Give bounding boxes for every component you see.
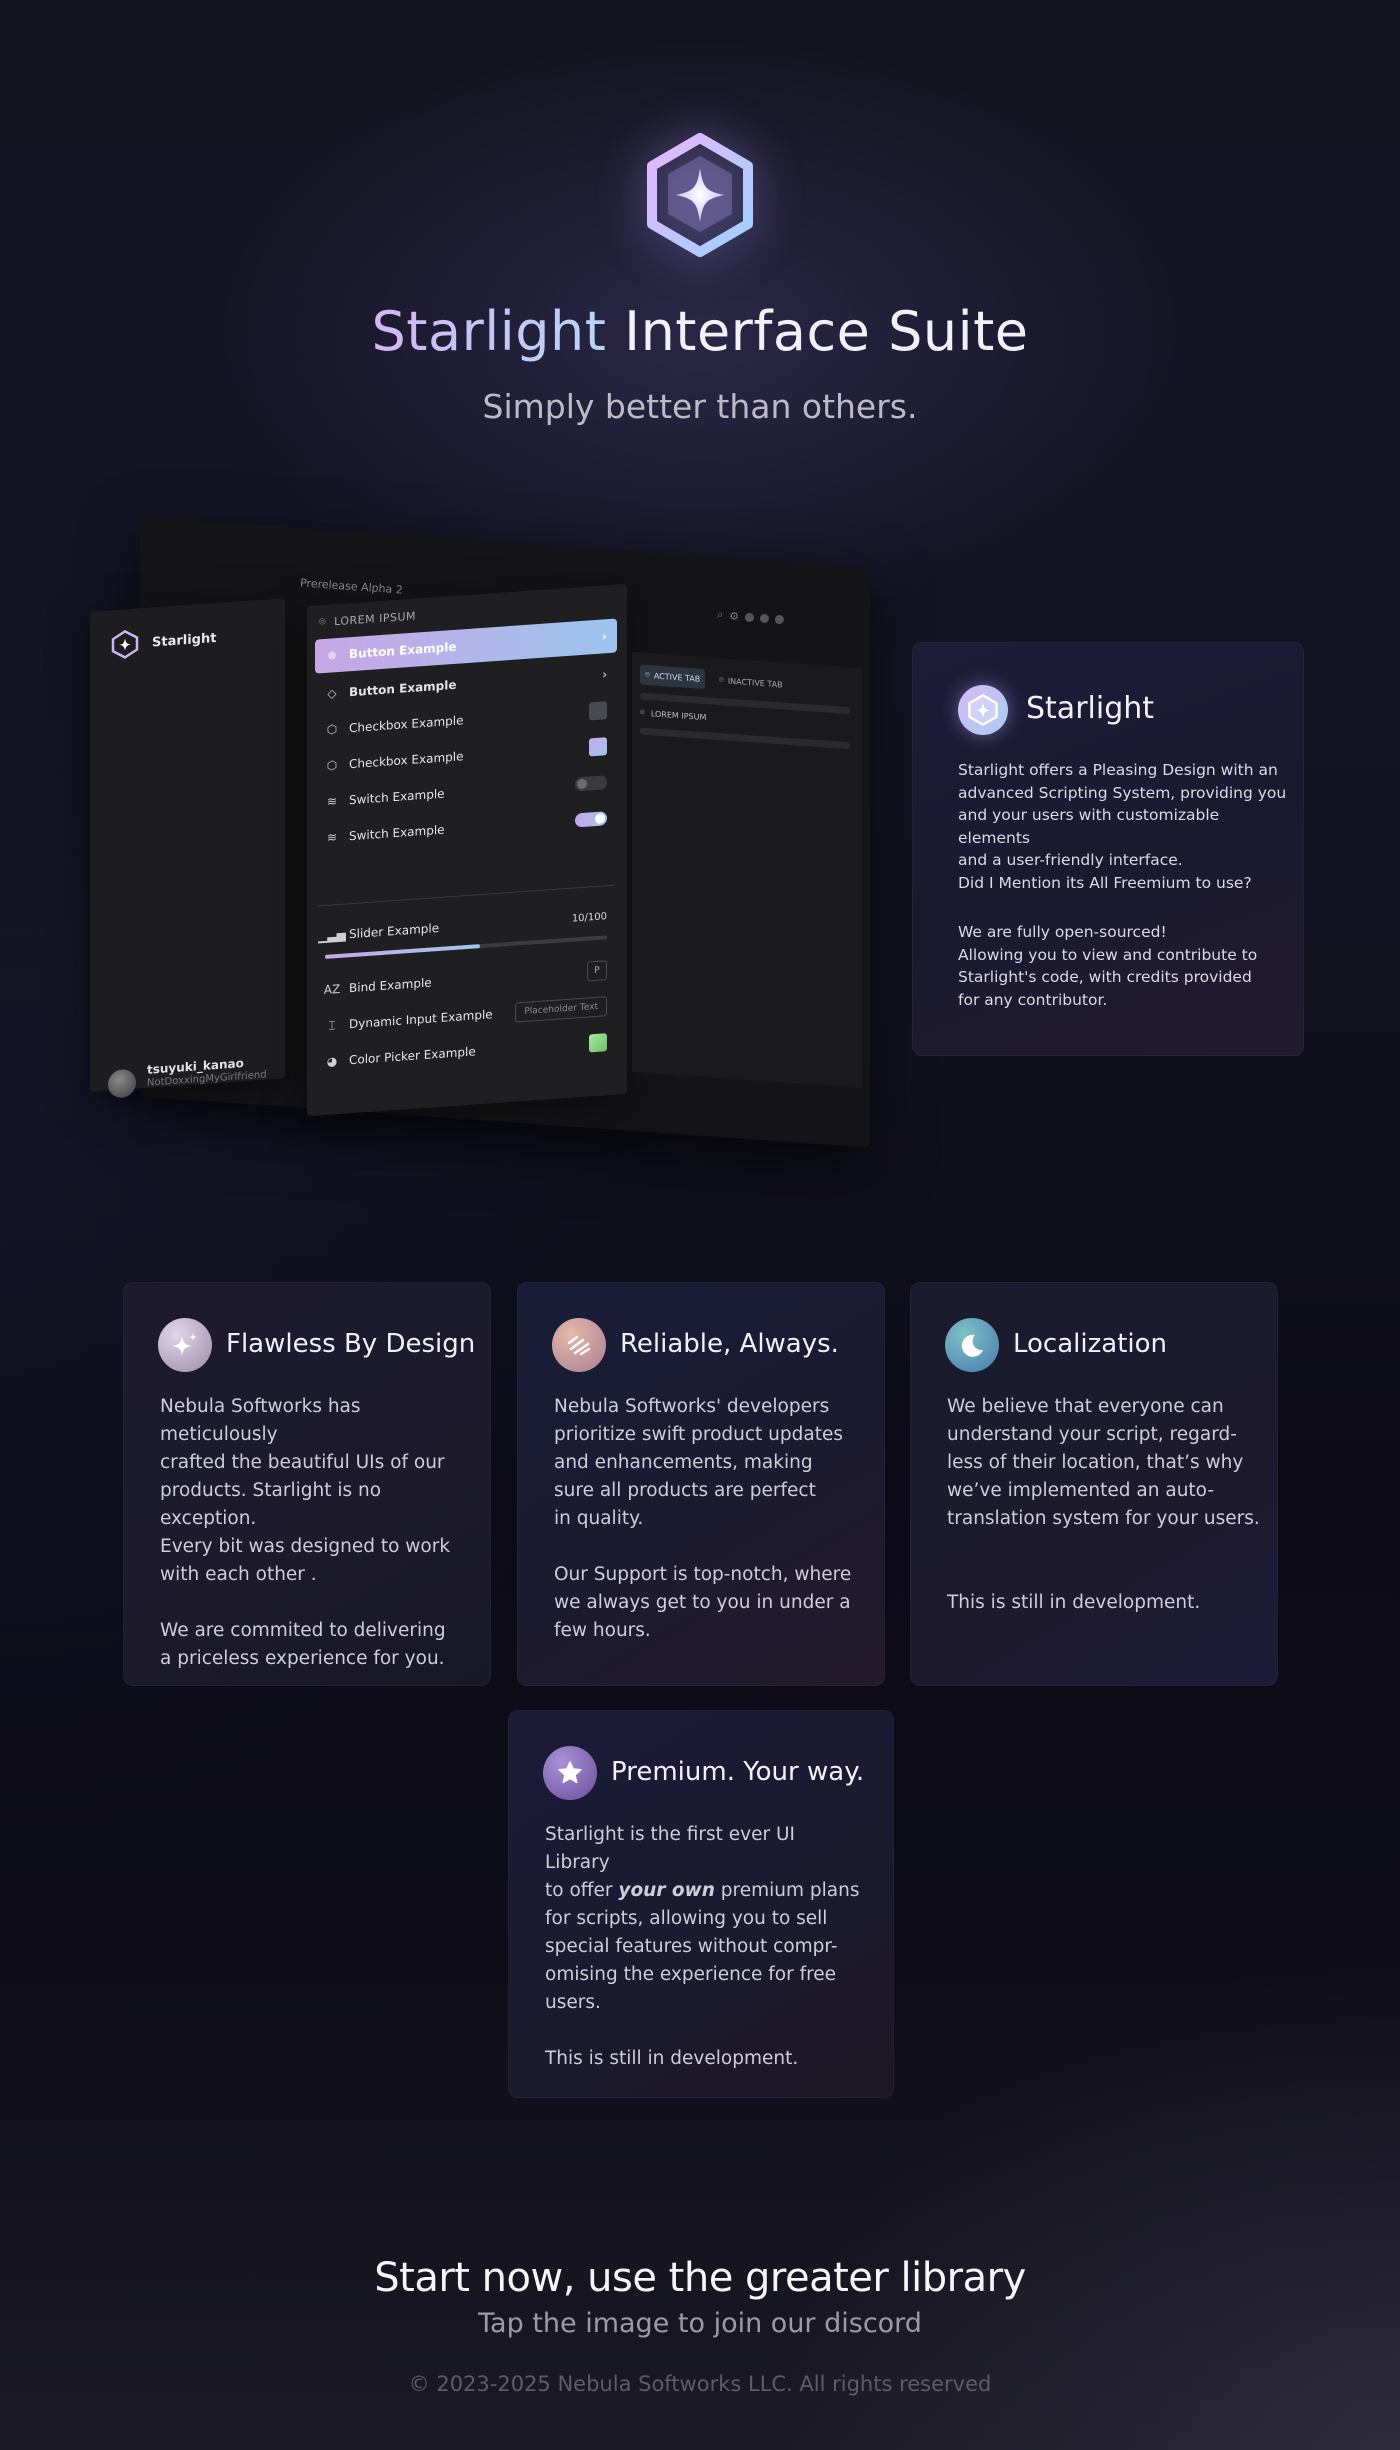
copyright: © 2023-2025 Nebula Softworks LLC. All ri… <box>408 2372 992 2396</box>
feature-body: We believe that everyone can understand … <box>947 1396 1260 1613</box>
stripes-icon: ≋ <box>326 830 338 845</box>
diamond-icon: ◇ <box>327 686 337 701</box>
tab-active[interactable]: ⌾ ACTIVE TAB <box>640 664 706 690</box>
switch-label: Switch Example <box>349 786 445 808</box>
dynamic-input-field[interactable]: Placeholder Text <box>515 996 607 1023</box>
starlight-info-card: Starlight Starlight offers a Pleasing De… <box>912 642 1304 1056</box>
cube-icon: ⬡ <box>326 758 338 773</box>
color-swatch[interactable] <box>589 1033 607 1053</box>
starlight-card-paragraph: Starlight offers a Pleasing Design with … <box>958 761 1287 892</box>
slider-value: 10/100 <box>571 910 607 925</box>
feature-card-design: Flawless By Design Nebula Softworks has … <box>123 1282 491 1686</box>
search-icon: ⌕ <box>716 607 724 622</box>
feature-title: Localization <box>1013 1329 1167 1359</box>
checkbox-unchecked[interactable] <box>589 701 607 721</box>
mockup-sidebar: Starlight tsuyuki_kanao NotDoxxingMyGirl… <box>90 598 285 1099</box>
close-dot <box>774 614 785 624</box>
starlight-card-paragraph: We are fully open-sourced! Allowing you … <box>958 923 1258 1009</box>
dynamic-input-label: Dynamic Input Example <box>349 1007 493 1032</box>
stripes-icon <box>552 1318 606 1372</box>
hero-title-rest: Interface Suite <box>624 300 1029 363</box>
hero-title-accent: Starlight <box>371 300 607 363</box>
switch-off[interactable] <box>575 775 607 792</box>
text-cursor-icon: ⌶ <box>328 1017 336 1033</box>
switch-on[interactable] <box>575 811 607 828</box>
moon-icon <box>945 1318 999 1372</box>
sort-az-icon: AZ <box>323 981 341 998</box>
button-label: Button Example <box>349 639 457 662</box>
feature-card-premium: Premium. Your way. Starlight is the firs… <box>508 1710 894 2098</box>
slider-label: Slider Example <box>349 920 440 942</box>
checkbox-label: Checkbox Example <box>349 713 464 736</box>
chevron-right-icon: › <box>602 629 607 644</box>
feature-title: Premium. Your way. <box>611 1757 865 1787</box>
tab-active-label: ACTIVE TAB <box>653 670 701 684</box>
ui-mockup-image[interactable]: Prerelease Alpha 2 ⌕ ⚙ Starlight tsuyuki… <box>85 516 885 1170</box>
tab-icon: ⌾ <box>719 675 724 685</box>
sidebar-logo-icon <box>110 628 140 660</box>
target-icon: ⌾ <box>328 647 336 663</box>
switch-label: Switch Example <box>349 822 445 844</box>
feature-body: Nebula Softworks has meticulously crafte… <box>160 1396 451 1669</box>
tab-inactive[interactable]: ⌾ INACTIVE TAB <box>714 670 788 695</box>
feature-title: Reliable, Always. <box>620 1329 839 1359</box>
hero-title: Starlight Interface Suite <box>0 300 1400 363</box>
tab-icon: ⌾ <box>645 669 650 680</box>
feature-title: Flawless By Design <box>226 1329 476 1359</box>
tab-inactive-label: INACTIVE TAB <box>727 676 783 689</box>
feature-body: Starlight is the first ever UI Library t… <box>545 1821 865 2073</box>
cta-title: Start now, use the greater library <box>374 2255 1026 2301</box>
starlight-icon <box>958 685 1008 735</box>
bind-label: Bind Example <box>349 975 432 996</box>
color-picker-label: Color Picker Example <box>349 1044 476 1068</box>
star-icon <box>543 1746 597 1800</box>
starlight-card-title: Starlight <box>1026 691 1155 726</box>
button-label: Button Example <box>349 677 457 700</box>
sidebar-title: Starlight <box>152 630 217 651</box>
feature-card-reliable: Reliable, Always. Nebula Softworks' deve… <box>517 1282 885 1686</box>
tab-item-icon: ⌾ <box>640 707 645 717</box>
hero-subtitle: Simply better than others. <box>482 387 918 426</box>
settings-icon: ⚙ <box>728 609 740 623</box>
checkbox-checked[interactable] <box>589 737 607 757</box>
section-header-label: LOREM IPSUM <box>334 609 416 628</box>
mockup-main-panel: ⌾ LOREM IPSUM ⌾ Button Example › ◇ Butto… <box>307 583 627 1117</box>
user-avatar <box>108 1068 136 1099</box>
cta-subtitle: Tap the image to join our discord <box>478 2308 922 2339</box>
mockup-tabs-panel: ⌾ ACTIVE TAB ⌾ INACTIVE TAB ⌾ LOREM IPSU… <box>632 651 862 1089</box>
premium-body-emphasis: your own <box>618 1880 715 1901</box>
section-icon: ⌾ <box>319 614 327 629</box>
tab-content-bar <box>640 727 850 750</box>
premium-body-end: premium plans for scripts, allowing you … <box>545 1880 860 2069</box>
sparkles-icon <box>158 1318 212 1372</box>
cube-icon: ⬡ <box>326 722 338 737</box>
bind-key[interactable]: P <box>587 960 607 982</box>
tab-item-label: LOREM IPSUM <box>650 708 707 722</box>
chevron-right-icon: › <box>602 667 607 682</box>
tab-list-item[interactable]: ⌾ LOREM IPSUM <box>640 708 706 723</box>
palette-icon: ◕ <box>326 1054 338 1069</box>
feature-body: Nebula Softworks' developers prioritize … <box>554 1396 852 1641</box>
checkbox-label: Checkbox Example <box>349 749 464 772</box>
minimize-dot <box>744 612 755 622</box>
starlight-logo-icon <box>640 130 760 260</box>
feature-card-localization: Localization We believe that everyone ca… <box>910 1282 1278 1686</box>
section-header: ⌾ LOREM IPSUM <box>319 609 416 630</box>
stripes-icon: ≋ <box>326 794 338 809</box>
maximize-dot <box>759 613 770 623</box>
bar-chart-icon: ▁▃▅ <box>318 927 346 944</box>
